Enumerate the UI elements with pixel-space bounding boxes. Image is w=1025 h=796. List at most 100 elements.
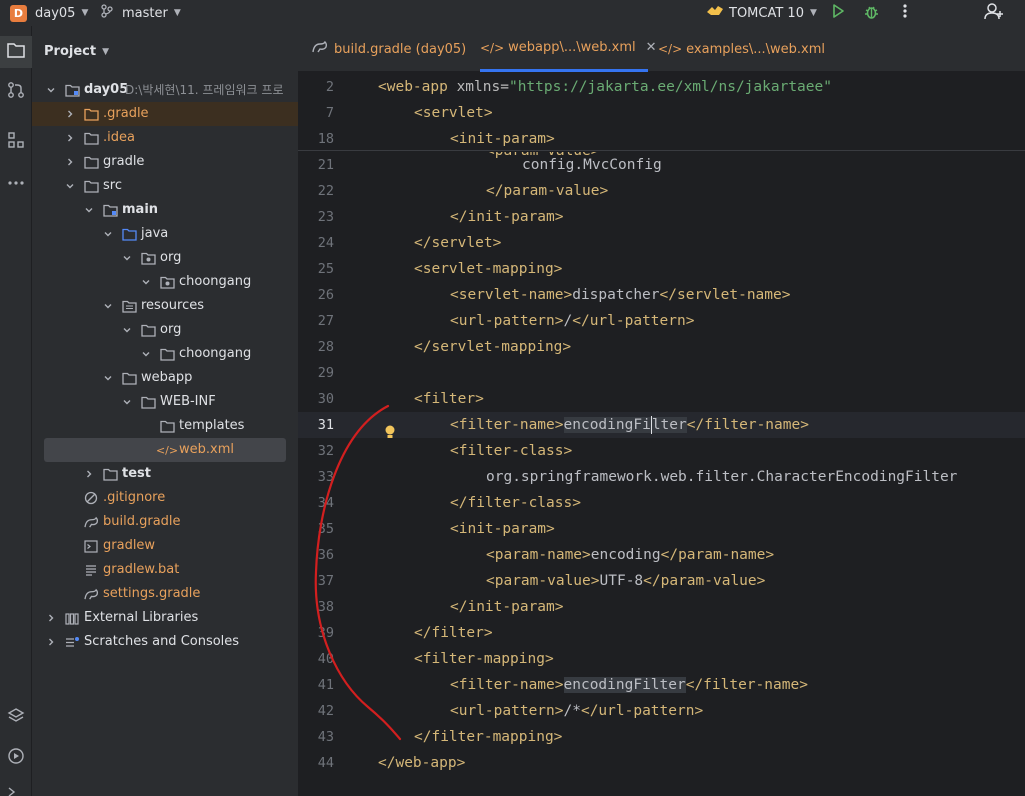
structure-tool-button[interactable]	[0, 126, 32, 158]
project-tool-button[interactable]	[0, 36, 32, 68]
chevron-right-icon[interactable]	[65, 126, 75, 150]
services-tool-button[interactable]	[0, 702, 32, 734]
tab-examples-web-xml[interactable]: </> examples\...\web.xml	[658, 26, 825, 72]
tree-item-label: .gradle	[103, 106, 149, 121]
run-circle-icon	[7, 747, 25, 769]
run-button[interactable]	[830, 0, 846, 26]
folder-icon	[102, 462, 118, 486]
tree-item-label: Scratches and Consoles	[84, 634, 240, 649]
resources-folder-icon	[121, 294, 137, 318]
chevron-down-icon[interactable]	[46, 78, 56, 102]
project-switcher[interactable]: D day05 ▼	[10, 0, 88, 26]
chevron-down-icon[interactable]	[103, 222, 113, 246]
more-tools-button[interactable]	[0, 166, 32, 198]
project-badge: D	[10, 4, 27, 22]
chevron-right-icon[interactable]	[65, 102, 75, 126]
code-with-me-button[interactable]	[984, 0, 1004, 26]
library-icon	[64, 606, 80, 630]
vcs-branch-switcher[interactable]: master ▼	[100, 0, 181, 26]
tree-item-label: .gitignore	[103, 490, 166, 505]
chevron-right-icon[interactable]	[46, 606, 56, 630]
tree-item-label: resources	[141, 298, 205, 313]
chevron-down-icon[interactable]	[122, 390, 132, 414]
tree-item[interactable]: org	[32, 246, 298, 270]
chevron-down-icon[interactable]	[141, 342, 151, 366]
tab-label: build.gradle (day05)	[334, 41, 467, 57]
package-icon	[159, 270, 175, 294]
close-icon[interactable]: ✕	[646, 40, 657, 55]
chevron-down-icon[interactable]	[84, 198, 94, 222]
more-actions-button[interactable]	[901, 0, 909, 26]
chevron-down-icon[interactable]	[103, 294, 113, 318]
chevron-down-icon[interactable]	[103, 366, 113, 390]
structure-icon	[7, 131, 25, 153]
tree-item[interactable]: templates	[32, 414, 298, 438]
tree-item[interactable]: resources	[32, 294, 298, 318]
run-config-name: TOMCAT 10	[729, 5, 804, 21]
chevron-down-icon[interactable]	[141, 270, 151, 294]
tree-item[interactable]: test	[32, 462, 298, 486]
tree-item[interactable]: </> web.xml	[44, 438, 286, 462]
tree-item[interactable]: choongang	[32, 342, 298, 366]
project-panel-title: Project	[44, 44, 97, 59]
tree-item[interactable]: .gradle	[32, 102, 298, 126]
tree-item-label: templates	[179, 418, 245, 433]
tree-item[interactable]: .gitignore	[32, 486, 298, 510]
tree-item[interactable]: main	[32, 198, 298, 222]
chevron-down-icon[interactable]	[122, 318, 132, 342]
module-folder-icon	[64, 78, 80, 102]
red-annotation-arc	[314, 404, 402, 741]
tree-item[interactable]: gradlew	[32, 534, 298, 558]
more-horizontal-icon	[7, 175, 25, 190]
package-icon	[140, 246, 156, 270]
folder-icon	[83, 174, 99, 198]
tree-item[interactable]: day05 D:\박세현\11. 프레임워크 프로	[32, 78, 298, 102]
chevron-down-icon[interactable]	[122, 246, 132, 270]
tree-item[interactable]: gradlew.bat	[32, 558, 298, 582]
run-tool-button[interactable]	[0, 742, 32, 774]
tab-web-xml-active[interactable]: </> webapp\...\web.xml ✕	[480, 26, 657, 72]
xml-icon: </>	[480, 40, 505, 55]
more-icon	[901, 3, 909, 23]
add-user-icon	[984, 2, 1004, 24]
folder-icon	[83, 102, 99, 126]
code-editor[interactable]: <param-value>2<web-app xmlns="https://ja…	[298, 72, 1025, 796]
tree-item[interactable]: build.gradle	[32, 510, 298, 534]
tab-build-gradle[interactable]: build.gradle (day05)	[312, 26, 472, 72]
gradle-file-icon	[83, 582, 99, 606]
branch-name: master	[122, 5, 168, 21]
project-panel-header[interactable]: Project ▼	[44, 44, 109, 59]
tree-item-label: web.xml	[179, 442, 234, 457]
chevron-right-icon[interactable]	[84, 462, 94, 486]
tree-item[interactable]: WEB-INF	[32, 390, 298, 414]
chevron-down-icon: ▼	[81, 8, 89, 18]
tree-item-label: build.gradle	[103, 514, 181, 529]
tree-item[interactable]: org	[32, 318, 298, 342]
tree-item[interactable]: .idea	[32, 126, 298, 150]
folder-icon	[121, 366, 137, 390]
debug-button[interactable]	[863, 0, 880, 26]
tree-item[interactable]: webapp	[32, 366, 298, 390]
commit-tool-button[interactable]	[0, 76, 32, 108]
chevron-down-icon[interactable]	[65, 174, 75, 198]
tomcat-icon	[706, 4, 724, 22]
tree-item[interactable]: gradle	[32, 150, 298, 174]
tree-item-label: day05	[84, 82, 129, 97]
tree-item[interactable]: choongang	[32, 270, 298, 294]
tree-item[interactable]: Scratches and Consoles	[32, 630, 298, 654]
tree-item[interactable]: External Libraries	[32, 606, 298, 630]
tree-item[interactable]: settings.gradle	[32, 582, 298, 606]
folder-icon	[140, 318, 156, 342]
chevron-right-icon[interactable]	[65, 150, 75, 174]
terminal-tool-button[interactable]	[0, 778, 32, 796]
chevron-right-icon[interactable]	[46, 630, 56, 654]
tree-item-label: settings.gradle	[103, 586, 201, 601]
folder-icon	[7, 42, 25, 62]
title-bar: D day05 ▼ master ▼ TOMCAT 10 ▼	[0, 0, 1025, 26]
gradle-file-icon	[83, 510, 99, 534]
tree-item[interactable]: java	[32, 222, 298, 246]
tree-item[interactable]: src	[32, 174, 298, 198]
run-config-selector[interactable]: TOMCAT 10 ▼	[706, 0, 817, 26]
shell-script-icon	[83, 534, 99, 558]
tool-window-strip	[0, 26, 32, 796]
